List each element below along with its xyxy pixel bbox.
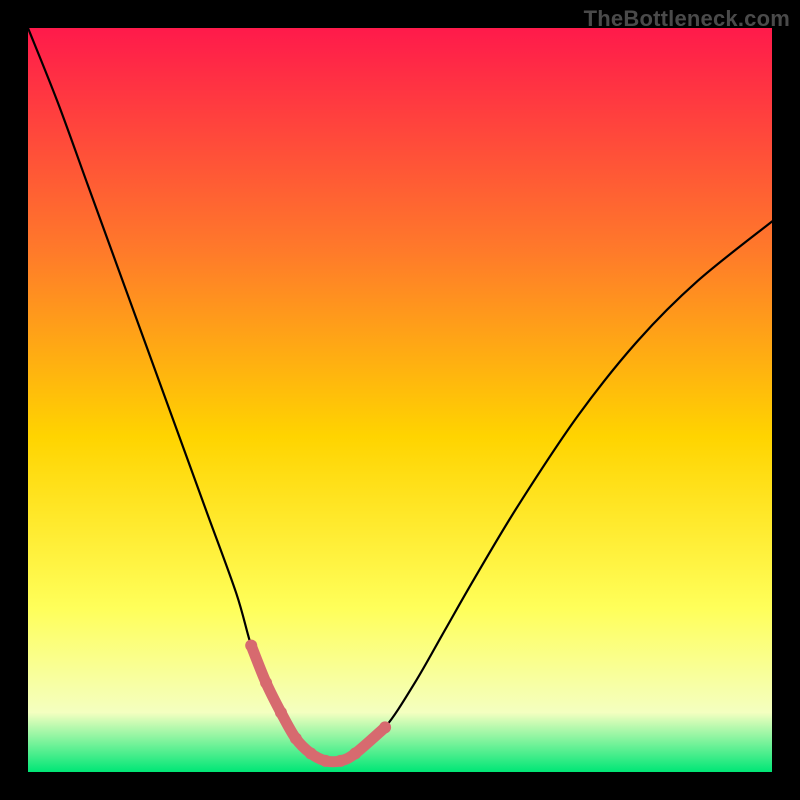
highlight-dot [349, 747, 361, 759]
highlight-dot [260, 677, 272, 689]
highlight-dot [245, 640, 257, 652]
highlight-dot [290, 733, 302, 745]
highlight-dot [275, 706, 287, 718]
highlight-dot [305, 747, 317, 759]
highlight-dot [334, 755, 346, 767]
highlight-dot [320, 755, 332, 767]
highlight-dot [379, 721, 391, 733]
plot-area [28, 28, 772, 772]
chart-svg [28, 28, 772, 772]
chart-frame: TheBottleneck.com [0, 0, 800, 800]
gradient-background [28, 28, 772, 772]
